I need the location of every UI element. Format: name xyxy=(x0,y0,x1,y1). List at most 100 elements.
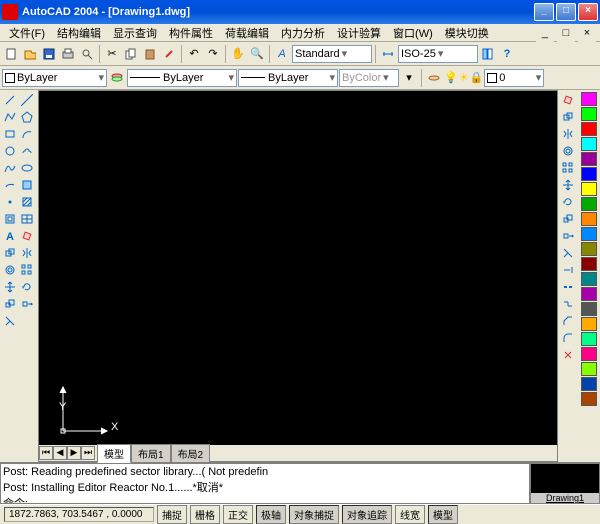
plot-button[interactable] xyxy=(59,45,77,63)
color-swatch[interactable] xyxy=(581,227,597,241)
color-swatch[interactable] xyxy=(581,137,597,151)
status-polar[interactable]: 极轴 xyxy=(256,505,286,524)
xline-button[interactable] xyxy=(19,92,35,108)
status-snap[interactable]: 捕捉 xyxy=(157,505,187,524)
undo-button[interactable]: ↶ xyxy=(185,45,203,63)
tab-first-button[interactable]: ⏮ xyxy=(39,446,53,460)
pline-button[interactable] xyxy=(2,109,18,125)
close-button[interactable]: × xyxy=(578,3,598,21)
linetype-combo[interactable]: ByLayer▾ xyxy=(127,69,237,87)
lineweight-combo[interactable]: ByLayer▾ xyxy=(238,69,338,87)
zoom-button[interactable]: 🔍 xyxy=(248,45,266,63)
hatch-button[interactable] xyxy=(19,194,35,210)
explode-button[interactable] xyxy=(559,347,577,363)
minimize-button[interactable]: _ xyxy=(534,3,554,21)
mdi-minimize-button[interactable]: _ xyxy=(536,24,554,42)
dimstyle-combo[interactable]: ISO-25▾ xyxy=(398,45,478,63)
layer-props-button[interactable] xyxy=(108,69,126,87)
color-swatch[interactable] xyxy=(581,347,597,361)
status-grid[interactable]: 栅格 xyxy=(190,505,220,524)
tab-layout2[interactable]: 布局2 xyxy=(171,444,211,463)
polygon-button[interactable] xyxy=(19,109,35,125)
drawing-canvas[interactable]: Y X ⏮ ◀ ▶ ⏭ 模型 布局1 布局2 xyxy=(39,91,557,461)
tab-prev-button[interactable]: ◀ xyxy=(53,446,67,460)
textstyle-combo[interactable]: Standard▾ xyxy=(292,45,372,63)
layer-tools-icon[interactable] xyxy=(425,69,443,87)
color-swatch[interactable] xyxy=(581,257,597,271)
color-swatch[interactable] xyxy=(581,152,597,166)
save-button[interactable] xyxy=(40,45,58,63)
scale-button[interactable] xyxy=(559,211,577,227)
ellipse-button[interactable] xyxy=(19,160,35,176)
tab-layout1[interactable]: 布局1 xyxy=(131,444,171,463)
color-swatch[interactable] xyxy=(581,182,597,196)
line-button[interactable] xyxy=(2,92,18,108)
revcloud-button[interactable] xyxy=(19,143,35,159)
move-button[interactable] xyxy=(559,177,577,193)
color-swatch[interactable] xyxy=(581,212,597,226)
fillet-button[interactable] xyxy=(559,330,577,346)
mirror-button[interactable] xyxy=(559,126,577,142)
tab-next-button[interactable]: ▶ xyxy=(67,446,81,460)
move-button[interactable] xyxy=(2,279,18,295)
cut-button[interactable]: ✂ xyxy=(103,45,121,63)
offset-button[interactable] xyxy=(2,262,18,278)
tab-last-button[interactable]: ⏭ xyxy=(81,446,95,460)
help-button[interactable]: ? xyxy=(498,45,516,63)
coordinates-display[interactable]: 1872.7863, 703.5467 , 0.0000 xyxy=(4,507,154,522)
earc-button[interactable] xyxy=(2,177,18,193)
offset-button[interactable] xyxy=(559,143,577,159)
color-swatch[interactable] xyxy=(581,272,597,286)
copy-button[interactable] xyxy=(559,109,577,125)
open-button[interactable] xyxy=(21,45,39,63)
menu-designcheck[interactable]: 设计验算 xyxy=(332,24,386,42)
paste-button[interactable] xyxy=(141,45,159,63)
status-ortho[interactable]: 正交 xyxy=(223,505,253,524)
menu-forceanalysis[interactable]: 内力分析 xyxy=(276,24,330,42)
color-swatch[interactable] xyxy=(581,122,597,136)
copy-button[interactable] xyxy=(122,45,140,63)
menu-loadedit[interactable]: 荷载编辑 xyxy=(220,24,274,42)
erase-button[interactable] xyxy=(559,92,577,108)
status-otrack[interactable]: 对象追踪 xyxy=(342,505,392,524)
array-button[interactable] xyxy=(559,160,577,176)
preview-button[interactable] xyxy=(78,45,96,63)
new-button[interactable] xyxy=(2,45,20,63)
color-swatch[interactable] xyxy=(581,287,597,301)
mdi-restore-button[interactable]: □ xyxy=(557,24,575,42)
block-button[interactable] xyxy=(19,177,35,193)
color-swatch[interactable] xyxy=(581,197,597,211)
color-swatch[interactable] xyxy=(581,107,597,121)
menu-structedit[interactable]: 结构编辑 xyxy=(52,24,106,42)
break-button[interactable] xyxy=(559,279,577,295)
region-button[interactable] xyxy=(2,211,18,227)
chamfer-button[interactable] xyxy=(559,313,577,329)
color-swatch[interactable] xyxy=(581,377,597,391)
color-swatch[interactable] xyxy=(581,362,597,376)
color-swatch[interactable] xyxy=(581,302,597,316)
textstyle-icon[interactable]: A xyxy=(273,45,291,63)
join-button[interactable] xyxy=(559,296,577,312)
mdi-close-button[interactable]: × xyxy=(578,24,596,42)
trim-button[interactable] xyxy=(2,313,18,329)
extend-button[interactable] xyxy=(559,262,577,278)
tool-palette-button[interactable] xyxy=(479,45,497,63)
pan-button[interactable]: ✋ xyxy=(229,45,247,63)
rect-button[interactable] xyxy=(2,126,18,142)
matchprop-button[interactable] xyxy=(160,45,178,63)
menu-module[interactable]: 模块切换 xyxy=(440,24,494,42)
color-swatch[interactable] xyxy=(581,167,597,181)
status-lwt[interactable]: 线宽 xyxy=(395,505,425,524)
color-swatch[interactable] xyxy=(581,242,597,256)
table-button[interactable] xyxy=(19,211,35,227)
status-osnap[interactable]: 对象捕捉 xyxy=(289,505,339,524)
command-text[interactable]: Post: Reading predefined sector library.… xyxy=(0,463,530,504)
stretch-button[interactable] xyxy=(559,228,577,244)
color-combo[interactable]: ByColor▾ xyxy=(339,69,399,87)
maximize-button[interactable]: □ xyxy=(556,3,576,21)
redo-button[interactable]: ↷ xyxy=(204,45,222,63)
layer-combo[interactable]: ByLayer▾ xyxy=(2,69,107,87)
stretch-button[interactable] xyxy=(19,296,35,312)
drawing-preview[interactable]: Drawing1 xyxy=(530,463,600,504)
color-swatch[interactable] xyxy=(581,332,597,346)
